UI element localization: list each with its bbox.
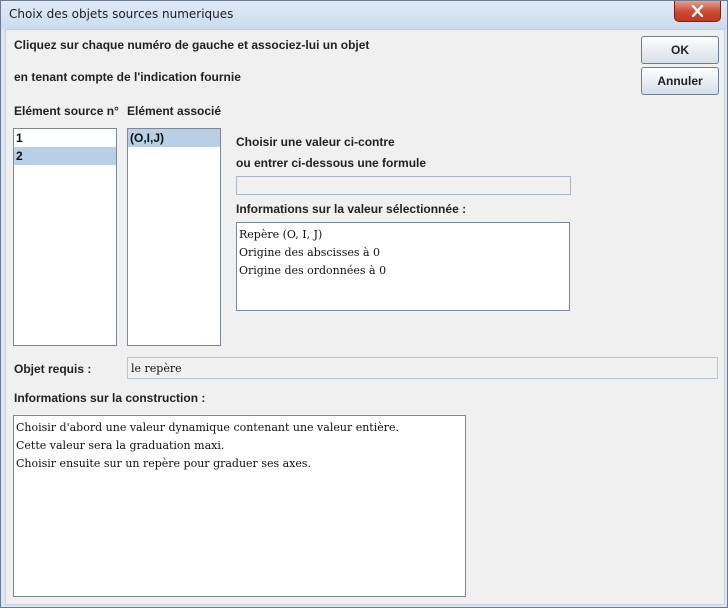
title-bar[interactable]: Choix des objets sources numeriques [1, 1, 727, 29]
source-item-1[interactable]: 1 [14, 129, 116, 147]
required-object-field: le repère [127, 357, 718, 379]
source-list-header: Elément source n° [14, 104, 119, 118]
value-info-line: Repère (O, I, J) [239, 228, 323, 241]
instruction-line-2: en tenant compte de l'indication fournie [14, 70, 241, 84]
value-info-line: Origine des abscisses à 0 [239, 246, 381, 259]
ok-button[interactable]: OK [641, 36, 719, 64]
window-title: Choix des objets sources numeriques [9, 7, 234, 21]
construction-info-line: Choisir d'abord une valeur dynamique con… [16, 421, 400, 434]
formula-input[interactable] [236, 176, 571, 195]
associated-item-1[interactable]: (O,I,J) [128, 129, 220, 147]
instruction-line-1: Cliquez sur chaque numéro de gauche et a… [14, 38, 370, 52]
dialog-window: Choix des objets sources numeriques Cliq… [0, 0, 728, 608]
choose-label-line-2: ou entrer ci-dessous une formule [236, 156, 427, 170]
value-info-textarea[interactable]: Repère (O, I, J) Origine des abscisses à… [236, 222, 570, 311]
construction-info-textarea[interactable]: Choisir d'abord une valeur dynamique con… [13, 415, 466, 597]
close-icon [691, 5, 704, 17]
construction-info-line: Choisir ensuite sur un repère pour gradu… [16, 457, 312, 470]
choose-label-line-1: Choisir une valeur ci-contre [236, 135, 395, 149]
source-item-2[interactable]: 2 [14, 147, 116, 165]
value-info-line: Origine des ordonnées à 0 [239, 264, 387, 277]
associated-listbox[interactable]: (O,I,J) [127, 128, 221, 346]
construction-info-line: Cette valeur sera la graduation maxi. [16, 439, 225, 452]
close-button[interactable] [674, 1, 721, 22]
dialog-body: Cliquez sur chaque numéro de gauche et a… [5, 29, 725, 605]
associated-list-header: Elément associé [127, 104, 222, 118]
construction-info-label: Informations sur la construction : [14, 391, 206, 405]
value-info-label: Informations sur la valeur sélectionnée … [236, 202, 467, 216]
source-listbox[interactable]: 1 2 [13, 128, 117, 346]
cancel-button[interactable]: Annuler [641, 67, 719, 95]
required-object-label: Objet requis : [14, 362, 92, 376]
